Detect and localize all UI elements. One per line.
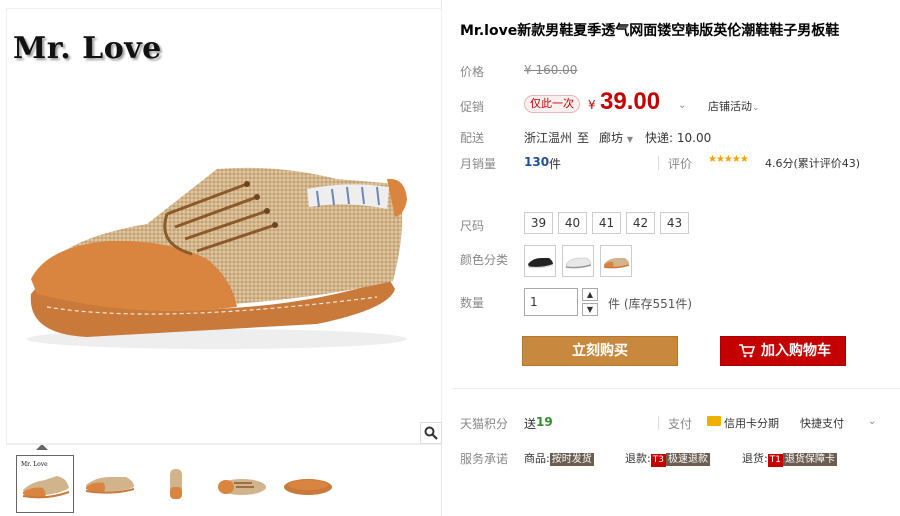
stock-info: 件 (库存551件): [608, 297, 693, 311]
price-box: 价格 ¥ 160.00 促销 仅此一次 ¥ 39.00 ⌄ 店铺活动⌄ 配送 浙…: [452, 50, 900, 186]
points-prefix: 送: [524, 417, 537, 431]
quantity-label: 数量: [460, 296, 485, 310]
add-to-cart-button[interactable]: 加入购物车: [720, 336, 846, 366]
brand-watermark: Mr. Love: [13, 31, 162, 66]
store-promo-dropdown[interactable]: 店铺活动⌄: [708, 98, 760, 114]
promo-label: 促销: [460, 100, 485, 114]
chevron-down-icon: ⌄: [752, 103, 760, 113]
size-option-42[interactable]: 42: [626, 212, 655, 234]
promo-tag: 仅此一次: [524, 95, 580, 113]
thumbnail-3[interactable]: [148, 455, 206, 513]
size-option-39[interactable]: 39: [524, 212, 553, 234]
chevron-down-icon[interactable]: ⌄: [868, 416, 876, 427]
thumbnail-5[interactable]: [280, 455, 338, 513]
service-shipping-promise[interactable]: 商品: 按时发货: [524, 450, 594, 466]
size-label: 尺码: [460, 219, 485, 233]
service-return-code: T1: [767, 454, 783, 467]
shipping-label: 配送: [460, 131, 485, 145]
quick-pay-option[interactable]: 快捷支付: [800, 415, 844, 431]
shoe-illustration: [27, 167, 407, 349]
divider: [658, 156, 659, 170]
service-goods-prefix: 商品:: [524, 452, 550, 465]
monthly-sales-value: 130: [524, 155, 550, 169]
promo-price: 39.00: [600, 88, 661, 115]
service-return-prefix: 退货:: [742, 452, 768, 465]
color-label: 颜色分类: [460, 253, 509, 267]
rating-stars: ★★★★★: [708, 154, 749, 165]
rating-summary-link[interactable]: 4.6分(累计评价43): [765, 155, 860, 171]
service-return-promise[interactable]: 退货: T1 退货保障卡: [742, 450, 837, 467]
divider: [452, 388, 900, 389]
currency-symbol: ¥: [588, 98, 596, 112]
product-detail-panel: Mr.love新款男鞋夏季透气网面镂空韩版英伦潮鞋鞋子男板鞋 价格 ¥ 160.…: [452, 0, 900, 516]
service-return-badge: 退货保障卡: [782, 453, 837, 466]
color-option-black[interactable]: [524, 245, 556, 277]
magnifier-icon: [424, 426, 438, 440]
price-label: 价格: [460, 65, 485, 79]
points-value: 19: [536, 415, 553, 429]
product-title: Mr.love新款男鞋夏季透气网面镂空韩版英伦潮鞋鞋子男板鞋: [460, 23, 840, 39]
monthly-sales-unit: 件: [549, 157, 562, 171]
thumbnail-4[interactable]: [214, 455, 272, 513]
points-label: 天猫积分: [460, 417, 509, 431]
thumbnail-2[interactable]: [82, 455, 140, 513]
rating-label: 评价: [668, 157, 693, 171]
quantity-decrease-button[interactable]: ▼: [582, 303, 598, 316]
credit-card-icon: [707, 416, 721, 426]
store-promo-label: 店铺活动: [708, 100, 752, 113]
thumbnail-strip: Mr. Love: [6, 444, 442, 516]
ship-from: 浙江温州: [524, 131, 573, 145]
monthly-sales-label: 月销量: [460, 157, 497, 171]
color-option-white[interactable]: [562, 245, 594, 277]
ship-to-dropdown[interactable]: 廊坊 ▼: [599, 129, 633, 146]
size-option-43[interactable]: 43: [660, 212, 689, 234]
service-refund-code: T3: [650, 454, 666, 467]
add-to-cart-label: 加入购物车: [761, 343, 831, 359]
product-gallery: Mr. Love Mr. Love: [0, 0, 442, 516]
caret-down-icon: ▼: [626, 135, 633, 144]
original-price: ¥ 160.00: [524, 63, 578, 77]
ship-to-city: 廊坊: [599, 131, 624, 145]
quantity-input[interactable]: [524, 288, 578, 316]
service-refund-badge: 极速退款: [665, 453, 710, 466]
main-product-image[interactable]: Mr. Love: [6, 8, 442, 444]
credit-installment-option[interactable]: 信用卡分期: [724, 415, 779, 431]
chevron-down-icon[interactable]: ⌄: [678, 100, 686, 111]
payment-label: 支付: [668, 417, 693, 431]
shipping-fee: 快递: 10.00: [645, 131, 712, 145]
service-refund-prefix: 退款:: [625, 452, 651, 465]
thumbnail-1[interactable]: Mr. Love: [16, 455, 74, 513]
service-goods-badge: 按时发货: [549, 453, 594, 466]
divider: [658, 416, 659, 430]
quantity-increase-button[interactable]: ▲: [582, 288, 598, 301]
svg-text:Mr. Love: Mr. Love: [21, 461, 48, 468]
service-label: 服务承诺: [460, 452, 509, 466]
size-option-41[interactable]: 41: [592, 212, 621, 234]
size-option-40[interactable]: 40: [558, 212, 587, 234]
color-option-orange[interactable]: [600, 245, 632, 277]
cart-icon: [739, 344, 755, 358]
zoom-button[interactable]: [420, 422, 442, 444]
service-refund-promise[interactable]: 退款: T3 极速退款: [625, 450, 710, 467]
ship-to-word: 至: [577, 131, 590, 145]
buy-now-button[interactable]: 立刻购买: [522, 336, 678, 366]
